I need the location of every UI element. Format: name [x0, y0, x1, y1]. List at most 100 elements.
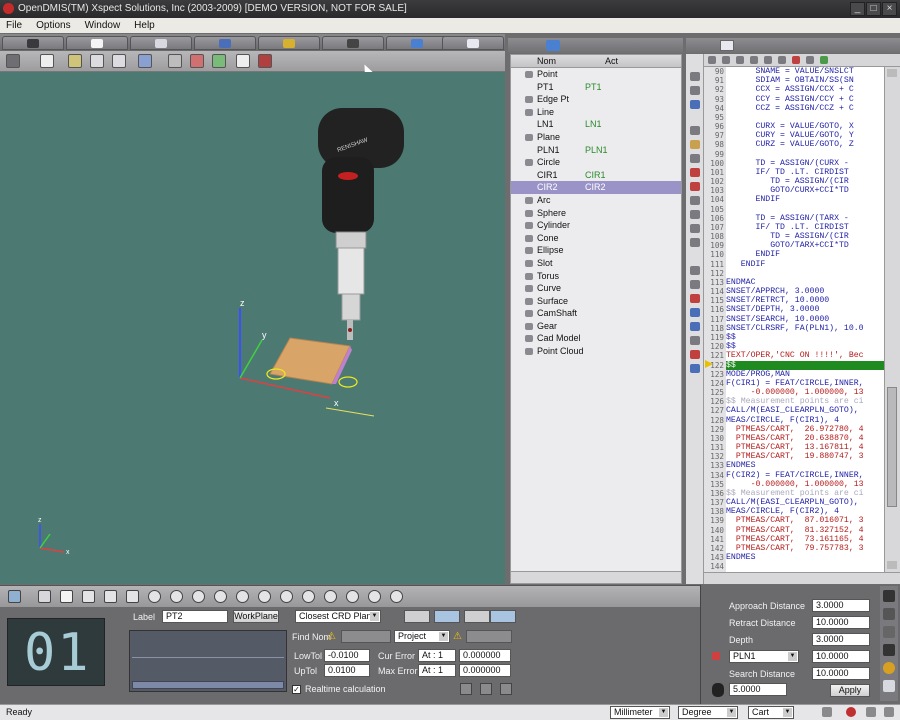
code-line[interactable]: SDIAM = OBTAIN/SS(SN: [726, 76, 884, 85]
tree-row[interactable]: Arc: [511, 194, 681, 207]
tree-row[interactable]: Plane: [511, 131, 681, 144]
code-line[interactable]: [726, 205, 884, 214]
tree-row[interactable]: Surface: [511, 295, 681, 308]
rotate-icon[interactable]: [68, 54, 82, 68]
globe-icon[interactable]: [690, 308, 700, 317]
code-line[interactable]: -0.000000, 1.000000, 13: [726, 480, 884, 489]
view-icon[interactable]: [168, 54, 182, 68]
track-slider[interactable]: [132, 681, 284, 689]
code-line[interactable]: ENDIF: [726, 260, 884, 269]
code-line[interactable]: PTMEAS/CART, 79.757783, 3: [726, 544, 884, 553]
axis-icon[interactable]: [138, 54, 152, 68]
code-line[interactable]: [726, 562, 884, 571]
step-icon[interactable]: [690, 86, 700, 95]
camshaft-feature-icon[interactable]: [368, 590, 381, 603]
code-vscrollbar[interactable]: [884, 67, 900, 572]
tree-row[interactable]: PLN1 PLN1: [511, 144, 681, 157]
calc-icon[interactable]: [690, 364, 700, 373]
code-line[interactable]: $$: [726, 360, 884, 370]
home-small-icon[interactable]: [690, 182, 700, 191]
code-line[interactable]: PTMEAS/CART, 19.880747, 3: [726, 452, 884, 461]
tree-row[interactable]: Point Cloud: [511, 345, 681, 358]
code-scroll-thumb[interactable]: [887, 387, 897, 507]
tree-row[interactable]: CIR1 CIR1: [511, 169, 681, 182]
monitor-icon[interactable]: [8, 590, 21, 603]
torus-feature-icon[interactable]: [302, 590, 315, 603]
sync-icon[interactable]: [822, 707, 832, 717]
lowtol-field[interactable]: -0.0100: [324, 649, 370, 662]
code-line[interactable]: [726, 269, 884, 278]
code-line[interactable]: CCX = ASSIGN/CCX + C: [726, 85, 884, 94]
slot-feature-icon[interactable]: [280, 590, 293, 603]
printer-icon[interactable]: [6, 54, 20, 68]
delete-icon[interactable]: [236, 54, 250, 68]
code-line[interactable]: TEXT/OPER,'CNC ON !!!!', Bec: [726, 351, 884, 360]
plane-feature-icon[interactable]: [126, 590, 139, 603]
code-line[interactable]: GOTO/TARX+CCI*TD: [726, 241, 884, 250]
code-line[interactable]: F(CIR2) = FEAT/CIRCLE,INNER,: [726, 471, 884, 480]
tools-icon[interactable]: [690, 140, 700, 149]
code-line[interactable]: IF/ TD .LT. CIRDIST: [726, 223, 884, 232]
project-value-field[interactable]: [466, 630, 512, 643]
copy-icon[interactable]: [736, 56, 744, 64]
move-icon[interactable]: [690, 72, 700, 81]
link-icon[interactable]: [866, 707, 876, 717]
tree-row[interactable]: Cylinder: [511, 219, 681, 232]
scroll-up-icon[interactable]: [887, 69, 897, 77]
run-icon[interactable]: [792, 56, 800, 64]
output-icon[interactable]: [690, 224, 700, 233]
record-icon[interactable]: [690, 294, 700, 303]
clearance-field[interactable]: 10.0000: [812, 650, 870, 663]
code-line[interactable]: PTMEAS/CART, 81.327152, 4: [726, 526, 884, 535]
menu-help[interactable]: Help: [134, 20, 155, 31]
apply-button[interactable]: Apply: [830, 684, 870, 697]
code-line[interactable]: $$: [726, 333, 884, 342]
tree-row[interactable]: Ellipse: [511, 244, 681, 257]
shade-icon[interactable]: [212, 54, 226, 68]
feature-tree-icon[interactable]: [546, 40, 560, 51]
tab-eye[interactable]: [442, 36, 504, 50]
search-field[interactable]: 10.0000: [812, 667, 870, 680]
note-icon[interactable]: [690, 238, 700, 247]
plane-select[interactable]: Closest CRD Plane ▼: [295, 610, 381, 623]
code-line[interactable]: TD = ASSIGN/(CIR: [726, 177, 884, 186]
code-line[interactable]: ENDMES: [726, 553, 884, 562]
zoom-window-icon[interactable]: [112, 54, 126, 68]
tree-row[interactable]: Gear: [511, 320, 681, 333]
code-line[interactable]: SNSET/SEARCH, 10.0000: [726, 315, 884, 324]
code-line[interactable]: PTMEAS/CART, 87.016071, 3: [726, 516, 884, 525]
info-icon[interactable]: [884, 707, 894, 717]
scroll-down-icon[interactable]: [887, 561, 897, 569]
tool-icon[interactable]: [38, 590, 51, 603]
coord-select[interactable]: Cart ▼: [748, 706, 794, 719]
code-hscrollbar[interactable]: [704, 572, 900, 584]
depth-field[interactable]: 3.0000: [812, 633, 870, 646]
tip-field[interactable]: 5.0000: [729, 683, 787, 696]
report-icon[interactable]: [690, 210, 700, 219]
code-line[interactable]: CALL/M(EASI_CLEARPLN_GOTO),: [726, 406, 884, 415]
code-line[interactable]: F(CIR1) = FEAT/CIRCLE,INNER,: [726, 379, 884, 388]
tree-row[interactable]: Torus: [511, 270, 681, 283]
code-line[interactable]: PTMEAS/CART, 13.167811, 4: [726, 443, 884, 452]
column-act[interactable]: Act: [605, 56, 618, 66]
pause-icon[interactable]: [806, 56, 814, 64]
probe-small-icon[interactable]: [690, 126, 700, 135]
project-select[interactable]: Project ▼: [394, 630, 450, 643]
code-line[interactable]: SNSET/RETRCT, 10.0000: [726, 296, 884, 305]
tree-row[interactable]: PT1 PT1: [511, 81, 681, 94]
camera-small-icon[interactable]: [883, 626, 895, 638]
breakpoint-icon[interactable]: [690, 350, 700, 359]
machine-icon[interactable]: [883, 590, 895, 602]
line-feature-icon[interactable]: [104, 590, 117, 603]
tab-window[interactable]: [130, 36, 192, 50]
tab-refresh[interactable]: [386, 36, 448, 50]
code-line[interactable]: ENDIF: [726, 195, 884, 204]
tree-row[interactable]: Line: [511, 106, 681, 119]
code-line[interactable]: SNAME = VALUE/SNSLCT: [726, 67, 884, 76]
ellipse-feature-icon[interactable]: [258, 590, 271, 603]
save-icon[interactable]: [708, 56, 716, 64]
tree-row[interactable]: Circle: [511, 156, 681, 169]
code-line[interactable]: PTMEAS/CART, 26.972780, 4: [726, 425, 884, 434]
brush-icon[interactable]: [690, 280, 700, 289]
report-small-icon[interactable]: [883, 680, 895, 692]
